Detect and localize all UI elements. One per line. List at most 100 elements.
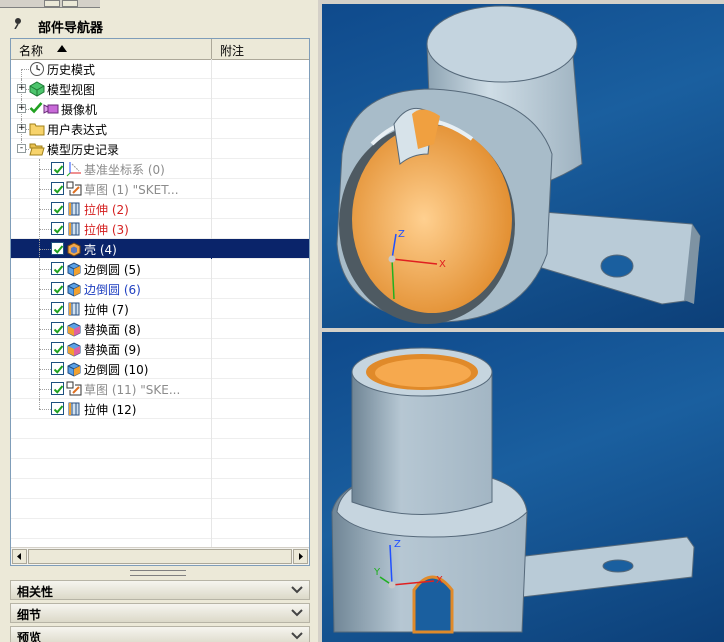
tree-row-label: 摄像机 bbox=[61, 103, 98, 117]
shell-icon bbox=[66, 241, 82, 257]
datum-csys-icon bbox=[66, 161, 82, 177]
sketch-icon bbox=[66, 181, 82, 197]
graphics-viewport-bottom[interactable]: X Z Y bbox=[322, 332, 724, 642]
horizontal-scrollbar[interactable] bbox=[11, 547, 309, 565]
tree-row[interactable]: 边倒圆 (10) bbox=[11, 359, 309, 379]
navigator-title: 部件导航器 bbox=[38, 21, 104, 36]
tree-rows: 历史模式 + 模型视图 + 摄像机 + 用户表达式 - 模型历史记录基准坐标系 (0) 草图 (1… bbox=[11, 59, 309, 559]
tree-row-label: 用户表达式 bbox=[47, 123, 108, 137]
visibility-checkbox[interactable] bbox=[51, 222, 64, 235]
tree-row-label: 边倒圆 (5) bbox=[84, 263, 141, 277]
tree-row-label: 基准坐标系 (0) bbox=[84, 163, 165, 177]
tree-row-label: 历史模式 bbox=[47, 63, 96, 77]
tree-row[interactable]: 历史模式 bbox=[11, 59, 309, 89]
extrude-icon bbox=[66, 221, 82, 237]
cameras-icon bbox=[43, 101, 59, 117]
navigator-tree[interactable]: 名称 附注 历史模式 + 模型视图 + 摄像机 + 用户表达式 - 模型历史记录基准坐标系 (0… bbox=[10, 38, 310, 566]
sort-ascending-icon bbox=[57, 45, 67, 52]
tree-row[interactable]: 边倒圆 (6) bbox=[11, 279, 309, 299]
chevron-down-icon[interactable] bbox=[289, 606, 305, 620]
axis-y-label: Y bbox=[373, 567, 381, 578]
preview-section[interactable]: 预览 bbox=[10, 626, 310, 642]
expand-icon[interactable]: + bbox=[17, 84, 26, 93]
expand-icon[interactable]: + bbox=[17, 124, 26, 133]
scroll-right-arrow[interactable] bbox=[293, 549, 308, 564]
tree-row[interactable]: 壳 (4) bbox=[11, 239, 309, 259]
visibility-checkbox[interactable] bbox=[51, 182, 64, 195]
sketch-icon bbox=[66, 381, 82, 397]
tree-row[interactable]: 拉伸 (3) bbox=[11, 219, 309, 239]
visibility-checkbox[interactable] bbox=[51, 162, 64, 175]
replace-face-icon bbox=[66, 321, 82, 337]
visibility-checkbox[interactable] bbox=[51, 382, 64, 395]
axis-z-label: Z bbox=[394, 539, 401, 550]
preview-label: 预览 bbox=[17, 631, 42, 642]
tree-row[interactable]: - 模型历史记录 bbox=[11, 139, 309, 159]
collapse-icon[interactable]: - bbox=[17, 144, 26, 153]
tree-row-label: 边倒圆 (6) bbox=[84, 283, 141, 297]
pin-icon[interactable] bbox=[12, 17, 24, 29]
graphics-viewport-top[interactable]: X Z bbox=[322, 4, 724, 328]
edge-blend-icon bbox=[66, 281, 82, 297]
empty-row bbox=[11, 419, 309, 439]
details-label: 细节 bbox=[17, 608, 42, 622]
tree-row[interactable]: 拉伸 (7) bbox=[11, 299, 309, 319]
scroll-left-button[interactable] bbox=[44, 0, 60, 7]
scroll-right-button[interactable] bbox=[62, 0, 78, 7]
panel-splitter[interactable] bbox=[130, 570, 186, 576]
tree-row[interactable]: + 摄像机 bbox=[11, 99, 309, 119]
tree-row[interactable]: 草图 (11) "SKE... bbox=[11, 379, 309, 399]
tree-row-label: 拉伸 (2) bbox=[84, 203, 129, 217]
tree-row[interactable]: 替换面 (8) bbox=[11, 319, 309, 339]
coordinate-triad-icon: X Z bbox=[388, 229, 446, 300]
visibility-checkbox[interactable] bbox=[51, 282, 64, 295]
visibility-checkbox[interactable] bbox=[51, 242, 64, 255]
extrude-icon bbox=[66, 301, 82, 317]
tree-row-label: 拉伸 (12) bbox=[84, 403, 137, 417]
expand-icon[interactable]: + bbox=[17, 104, 26, 113]
name-column-header[interactable]: 名称 bbox=[11, 39, 212, 59]
details-section[interactable]: 细节 bbox=[10, 603, 310, 623]
note-column-label: 附注 bbox=[220, 44, 245, 58]
tree-row[interactable]: 替换面 (9) bbox=[11, 339, 309, 359]
empty-row bbox=[11, 499, 309, 519]
empty-row bbox=[11, 459, 309, 479]
part-navigator-pane: 部件导航器 名称 附注 历史模式 + 模型视图 + 摄像机 + 用户表达式 - 模型历史记录基准… bbox=[0, 0, 318, 642]
visibility-checkbox[interactable] bbox=[51, 202, 64, 215]
tree-row-label: 模型视图 bbox=[47, 83, 96, 97]
visibility-checkbox[interactable] bbox=[51, 322, 64, 335]
replace-face-icon bbox=[66, 341, 82, 357]
visibility-checkbox[interactable] bbox=[51, 402, 64, 415]
dependencies-label: 相关性 bbox=[17, 585, 54, 599]
model-views-icon bbox=[29, 81, 45, 97]
scroll-left-arrow[interactable] bbox=[12, 549, 27, 564]
tree-row-label: 草图 (11) "SKE... bbox=[84, 383, 181, 397]
dependencies-section[interactable]: 相关性 bbox=[10, 580, 310, 600]
empty-row bbox=[11, 479, 309, 499]
axis-x-label: X bbox=[439, 259, 446, 270]
axis-x-label: X bbox=[436, 575, 443, 586]
tree-row[interactable]: 基准坐标系 (0) bbox=[11, 159, 309, 179]
tree-row-label: 拉伸 (7) bbox=[84, 303, 129, 317]
visibility-checkbox[interactable] bbox=[51, 262, 64, 275]
visibility-checkbox[interactable] bbox=[51, 302, 64, 315]
tree-row[interactable]: 边倒圆 (5) bbox=[11, 259, 309, 279]
edge-blend-icon bbox=[66, 361, 82, 377]
visibility-checkbox[interactable] bbox=[51, 342, 64, 355]
chevron-down-icon[interactable] bbox=[289, 629, 305, 642]
tree-row[interactable]: + 用户表达式 bbox=[11, 119, 309, 139]
tree-row-label: 边倒圆 (10) bbox=[84, 363, 149, 377]
name-column-label: 名称 bbox=[19, 44, 44, 58]
top-scroll-strip[interactable] bbox=[0, 0, 100, 8]
tree-row[interactable]: 拉伸 (12) bbox=[11, 399, 309, 419]
tree-row[interactable]: 拉伸 (2) bbox=[11, 199, 309, 219]
chevron-down-icon[interactable] bbox=[289, 583, 305, 597]
scrollbar-thumb[interactable] bbox=[28, 549, 292, 564]
tree-row-label: 壳 (4) bbox=[84, 243, 117, 257]
tree-row[interactable]: 草图 (1) "SKET... bbox=[11, 179, 309, 199]
visibility-checkbox[interactable] bbox=[51, 362, 64, 375]
tree-row-label: 模型历史记录 bbox=[47, 143, 120, 157]
folder-icon bbox=[29, 121, 45, 137]
tree-row[interactable]: + 模型视图 bbox=[11, 79, 309, 99]
note-column-header[interactable]: 附注 bbox=[212, 39, 309, 59]
